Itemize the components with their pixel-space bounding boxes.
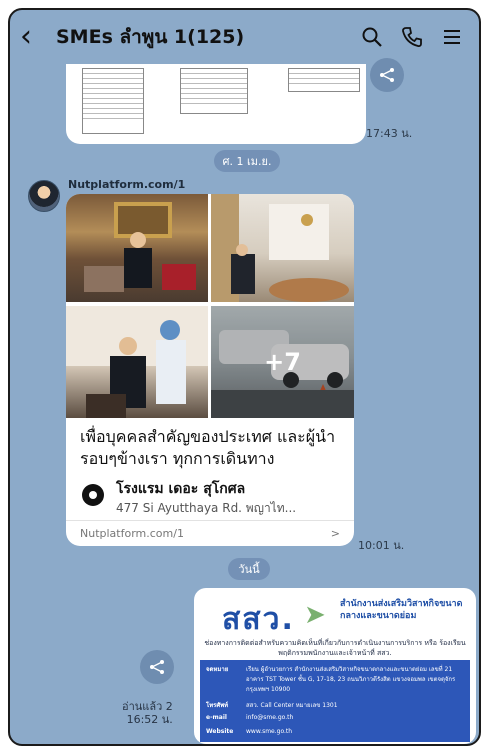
phone-icon[interactable] [395,20,429,54]
share-icon [150,660,164,674]
place-address: 477 Si Ayutthaya Rd. พญาไท... [116,501,297,515]
share-button[interactable] [370,58,404,92]
contact-key: Website [206,728,234,735]
date-separator: วันนี้ [228,558,270,580]
message-time: 16:52 น. [126,713,173,726]
table-thumbnail [180,68,248,114]
menu-icon[interactable] [435,20,469,54]
location-attachment[interactable]: โรงแรม เดอะ สุโกศล 477 Si Ayutthaya Rd. … [80,476,346,520]
contact-key: โทรศัพท์ [206,702,229,709]
share-button[interactable] [140,650,174,684]
table-thumbnail [82,68,144,134]
read-receipt: อ่านแล้ว 2 16:52 น. [122,700,173,726]
contact-value: www.sme.go.th [246,728,293,735]
contact-info-box: จดหมาย เรียน ผู้อำนวยการ สำนักงานส่งเสริ… [200,660,470,742]
chat-screen: ‹ SMEs ลำพูน 1(125) 17:43 น. ศ. 1 เม.ย. … [8,8,481,746]
photo-thumbnail [66,306,208,418]
image-message[interactable]: สสว. ➤ สำนักงานส่งเสริมวิสาหกิจขนาดกลางแ… [194,588,476,744]
contact-subtitle: ช่องทางการติดต่อสำหรับความคิดเห็นที่เกี่… [204,639,466,657]
location-pin-icon [82,484,104,506]
link-footer[interactable]: Nutplatform.com/1 > [66,520,354,546]
photo-thumbnail [211,194,354,302]
link-preview-message[interactable]: +7 เพื่อบุคคลสำคัญของประเทศ และผู้นำรอบๆ… [66,194,354,546]
chevron-right-icon: > [330,527,340,540]
read-count: อ่านแล้ว 2 [122,700,173,713]
message-time: 17:43 น. [366,127,413,140]
place-name: โรงแรม เดอะ สุโกศล [116,481,246,497]
spreadsheet-image-message[interactable] [66,64,366,144]
search-icon[interactable] [355,20,389,54]
logo-arrow-icon: ➤ [304,600,326,630]
back-button[interactable]: ‹ [20,22,48,52]
contact-key: e-mail [206,714,227,721]
share-icon [380,68,394,82]
table-thumbnail [288,68,360,92]
contact-value: เรียน ผู้อำนวยการ สำนักงานส่งเสริมวิสาหก… [246,666,456,693]
more-photos-thumbnail[interactable]: +7 [211,306,354,418]
contact-value: info@sme.go.th [246,714,294,721]
message-time: 10:01 น. [358,539,405,552]
more-photos-count: +7 [211,306,354,418]
chat-title: SMEs ลำพูน 1(125) [56,26,245,48]
post-text: เพื่อบุคคลสำคัญของประเทศ และผู้นำรอบๆข้า… [80,427,336,468]
link-source: Nutplatform.com/1 [80,527,184,540]
sme-logo: สสว. [222,602,295,637]
date-separator: ศ. 1 เม.ย. [214,150,280,172]
sender-name: Nutplatform.com/1 [68,178,186,191]
chat-header: ‹ SMEs ลำพูน 1(125) [10,10,479,64]
avatar[interactable] [28,180,60,212]
photo-thumbnail [66,194,208,302]
contact-value: สสว. Call Center หมายเลข 1301 [246,702,338,709]
org-name: สำนักงานส่งเสริมวิสาหกิจขนาดกลางและขนาดย… [340,599,463,621]
contact-key: จดหมาย [206,666,229,673]
